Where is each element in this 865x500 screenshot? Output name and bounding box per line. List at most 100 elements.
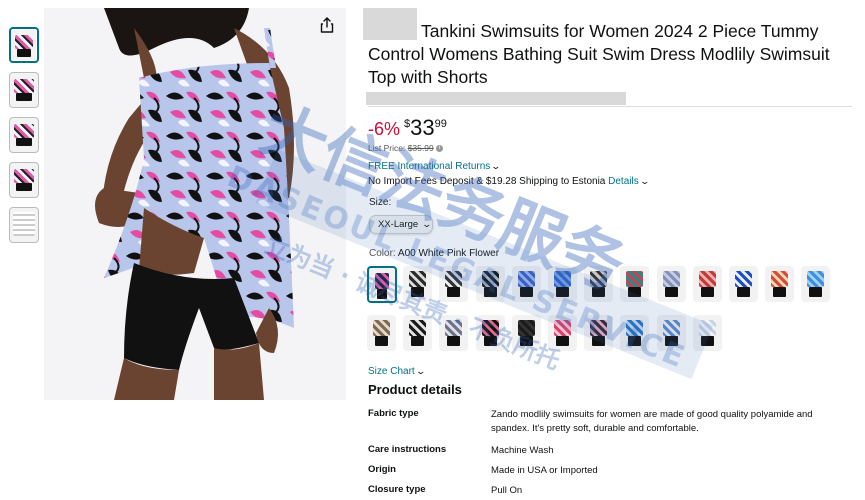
- redacted-store-link: [366, 92, 626, 105]
- swatch-bottom: [592, 287, 606, 297]
- swatch-bottom: [556, 287, 569, 297]
- color-swatch[interactable]: [620, 266, 650, 302]
- details-key: Origin: [368, 464, 396, 475]
- swatch-bottom: [519, 336, 533, 346]
- color-swatch[interactable]: [548, 266, 577, 302]
- chevron-down-icon: ⌄: [415, 366, 426, 376]
- chevron-down-icon: ⌄: [421, 219, 433, 229]
- swatch-top: [662, 320, 680, 336]
- color-label: Color: A00 White Pink Flower: [369, 248, 500, 259]
- product-title: Tankini Swimsuits for Women 2024 2 Piece…: [368, 21, 830, 87]
- swatch-top: [771, 271, 789, 287]
- color-swatch[interactable]: [548, 315, 577, 351]
- color-swatch[interactable]: [439, 266, 469, 302]
- swatch-bottom: [737, 287, 750, 297]
- main-product-image[interactable]: [44, 8, 346, 400]
- details-value: Machine Wash: [491, 445, 554, 456]
- thumbnail-3[interactable]: [9, 117, 39, 153]
- size-label: Size:: [369, 197, 392, 208]
- thumbnail-4[interactable]: [9, 162, 39, 198]
- color-swatch[interactable]: [692, 315, 722, 351]
- color-selected-value: A00 White Pink Flower: [397, 248, 500, 259]
- product-photo: [44, 8, 346, 400]
- list-price: List Price: $35.99 i: [368, 143, 444, 153]
- swatch-top: [481, 320, 499, 336]
- swatch-top: [409, 271, 427, 287]
- thumbnail-5[interactable]: [9, 207, 39, 243]
- price-fraction: 99: [434, 118, 447, 130]
- details-key: Closure type: [368, 484, 426, 495]
- swatch-bottom: [377, 289, 387, 299]
- color-swatch[interactable]: [475, 266, 505, 302]
- chevron-down-icon: ⌄: [490, 161, 502, 171]
- color-swatch[interactable]: [656, 315, 686, 351]
- color-swatch[interactable]: [367, 266, 397, 303]
- swatch-bottom: [664, 287, 678, 297]
- details-key: Fabric type: [368, 408, 419, 419]
- info-icon[interactable]: i: [436, 145, 444, 153]
- swatch-top: [662, 271, 680, 287]
- size-dropdown[interactable]: XX-Large ⌄: [369, 215, 433, 234]
- thumbnail-1[interactable]: [9, 27, 39, 63]
- swatch-bottom: [375, 336, 388, 346]
- swatch-top: [409, 320, 427, 336]
- size-chart-link[interactable]: Size Chart⌄: [368, 366, 426, 377]
- swatch-bottom: [592, 336, 606, 346]
- thumbnail-2[interactable]: [9, 72, 39, 108]
- swatch-top: [445, 271, 463, 287]
- color-swatch[interactable]: [765, 266, 795, 302]
- price-whole: 33: [410, 115, 435, 140]
- swatch-top: [807, 271, 825, 287]
- swatch-top: [517, 320, 535, 336]
- details-key: Care instructions: [368, 444, 447, 455]
- swatch-bottom: [628, 336, 642, 346]
- swatch-bottom: [556, 336, 569, 346]
- size-selected-value: XX-Large: [378, 219, 419, 230]
- intl-returns-link[interactable]: FREE International Returns⌄: [368, 161, 502, 172]
- swatch-bottom: [519, 287, 533, 297]
- swatch-bottom: [700, 336, 714, 346]
- color-swatch[interactable]: [475, 315, 505, 351]
- details-value: Zando modlily swimsuits for women are ma…: [491, 409, 813, 434]
- swatch-top: [590, 320, 608, 336]
- details-value: Pull On: [491, 485, 523, 496]
- swatch-top: [375, 273, 389, 289]
- color-swatch[interactable]: [692, 266, 722, 302]
- swatch-bottom: [447, 336, 461, 346]
- swatch-top: [735, 271, 752, 287]
- divider: [368, 106, 852, 107]
- swatch-top: [626, 271, 644, 287]
- swatch-top: [554, 320, 571, 336]
- color-swatch[interactable]: [439, 315, 469, 351]
- swatch-bottom: [447, 287, 461, 297]
- color-swatch[interactable]: [511, 315, 541, 351]
- list-price-value: $35.99: [407, 143, 434, 153]
- color-swatch[interactable]: [367, 315, 396, 351]
- swatch-top: [517, 271, 535, 287]
- color-swatch[interactable]: [403, 315, 433, 351]
- color-swatch[interactable]: [620, 315, 650, 351]
- swatch-top: [698, 271, 716, 287]
- details-value: Made in USA or Imported: [491, 465, 598, 476]
- thumbnail-strip: [9, 27, 43, 252]
- color-swatch[interactable]: [403, 266, 433, 302]
- product-details-heading: Product details: [368, 382, 462, 397]
- swatch-top: [445, 320, 463, 336]
- swatch-bottom: [700, 287, 714, 297]
- color-swatch[interactable]: [584, 315, 614, 351]
- swatch-bottom: [411, 336, 425, 346]
- swatch-top: [590, 271, 608, 287]
- swatch-bottom: [628, 287, 642, 297]
- swatch-bottom: [773, 287, 787, 297]
- color-swatch[interactable]: [584, 266, 614, 302]
- swatch-bottom: [483, 336, 497, 346]
- swatch-top: [626, 320, 644, 336]
- color-swatch[interactable]: [801, 266, 831, 302]
- details-link[interactable]: Details: [608, 176, 639, 187]
- color-swatch[interactable]: [511, 266, 541, 302]
- chevron-down-icon[interactable]: ⌄: [639, 176, 650, 187]
- discount-percent: -6%: [368, 119, 401, 139]
- share-icon[interactable]: [318, 16, 336, 34]
- color-swatch[interactable]: [729, 266, 758, 302]
- color-swatch[interactable]: [656, 266, 686, 302]
